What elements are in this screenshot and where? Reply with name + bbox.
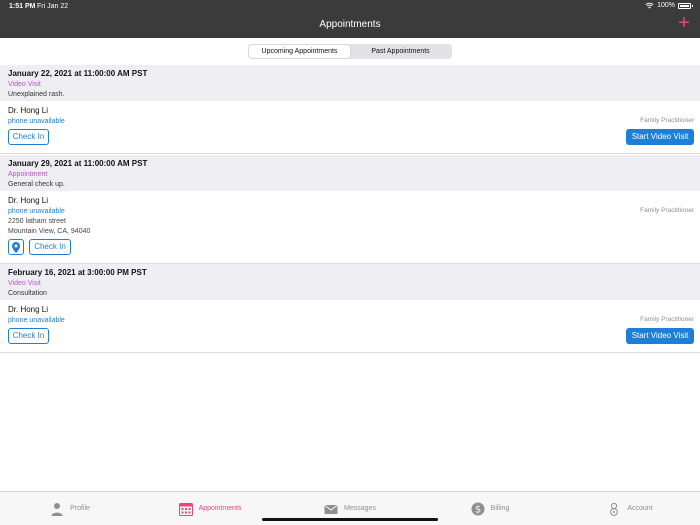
appointments-segmented-control: Upcoming Appointments Past Appointments	[248, 44, 452, 59]
appointment-header: February 16, 2021 at 3:00:00 PM PST Vide…	[0, 264, 700, 300]
envelope-icon	[324, 504, 338, 514]
account-icon	[610, 502, 619, 516]
appointment-reason: Consultation	[8, 290, 47, 297]
check-in-button[interactable]: Check In	[8, 328, 49, 344]
battery-percentage: 100%	[657, 2, 675, 9]
appointment-details: Dr. Hong Li phone unavailable 2250 latha…	[0, 191, 700, 264]
tab-label: Billing	[490, 505, 510, 512]
appointment-reason: Unexplained rash.	[8, 91, 65, 98]
doctor-phone[interactable]: phone unavailable	[8, 117, 692, 127]
tab-label: Profile	[70, 505, 90, 512]
appointment-type: Video Visit	[8, 280, 41, 287]
start-video-visit-button[interactable]: Start Video Visit	[626, 328, 694, 344]
page-title: Appointments	[319, 19, 381, 30]
check-in-button[interactable]: Check In	[29, 239, 71, 255]
address-line-2: Mountain View, CA, 94040	[8, 228, 91, 235]
start-video-visit-button[interactable]: Start Video Visit	[626, 129, 694, 145]
appointment-card: February 16, 2021 at 3:00:00 PM PST Vide…	[0, 264, 700, 353]
status-date: Fri Jan 22	[37, 3, 69, 10]
tab-account[interactable]: Account	[560, 492, 700, 525]
appointment-type: Appointment	[8, 171, 48, 178]
navigation-header: 1:51 PM Fri Jan 22 100% Appointments +	[0, 0, 700, 38]
tab-profile[interactable]: Profile	[0, 492, 140, 525]
tab-label: Messages	[344, 505, 376, 512]
appointment-date: February 16, 2021 at 3:00:00 PM PST	[8, 268, 147, 277]
doctor-name: Dr. Hong Li	[8, 305, 49, 314]
appointment-type: Video Visit	[8, 81, 41, 88]
appointment-details: Dr. Hong Li phone unavailable Family Pra…	[0, 101, 700, 154]
tab-label: Account	[627, 505, 653, 512]
appointment-date: January 22, 2021 at 11:00:00 AM PST	[8, 69, 148, 78]
doctor-name: Dr. Hong Li	[8, 196, 49, 205]
appointments-screen: 1:51 PM Fri Jan 22 100% Appointments + U…	[0, 0, 700, 525]
appointment-header: January 22, 2021 at 11:00:00 AM PST Vide…	[0, 65, 700, 101]
tab-billing[interactable]: $ Billing	[420, 492, 560, 525]
svg-text:$: $	[474, 504, 480, 515]
location-pin-icon	[12, 242, 20, 253]
doctor-specialty: Family Practitioner	[640, 117, 694, 124]
map-directions-button[interactable]	[8, 239, 24, 255]
appointment-header: January 29, 2021 at 11:00:00 AM PST Appo…	[0, 155, 700, 191]
home-indicator	[262, 518, 438, 521]
person-icon	[51, 502, 63, 516]
appointment-card: January 29, 2021 at 11:00:00 AM PST Appo…	[0, 155, 700, 264]
address-line-1: 2250 latham street	[8, 218, 66, 225]
doctor-phone[interactable]: phone unavailable	[8, 207, 692, 217]
appointment-details: Dr. Hong Li phone unavailable Family Pra…	[0, 300, 700, 353]
check-in-button[interactable]: Check In	[8, 129, 49, 145]
appointment-reason: General check up.	[8, 181, 65, 188]
appointment-date: January 29, 2021 at 11:00:00 AM PST	[8, 159, 148, 168]
doctor-specialty: Family Practitioner	[640, 316, 694, 323]
add-appointment-button[interactable]: +	[676, 13, 692, 33]
tab-appointments[interactable]: Appointments	[140, 492, 280, 525]
status-indicators: 100%	[645, 2, 693, 9]
doctor-name: Dr. Hong Li	[8, 106, 49, 115]
calendar-icon	[178, 502, 193, 516]
doctor-phone[interactable]: phone unavailable	[8, 316, 692, 326]
dollar-icon: $	[471, 502, 485, 515]
appointment-card: January 22, 2021 at 11:00:00 AM PST Vide…	[0, 65, 700, 154]
wifi-icon	[645, 2, 654, 9]
tab-upcoming-appointments[interactable]: Upcoming Appointments	[249, 45, 350, 58]
status-time: 1:51 PM	[9, 3, 36, 10]
tab-label: Appointments	[198, 505, 242, 512]
tab-past-appointments[interactable]: Past Appointments	[350, 45, 451, 58]
battery-icon	[678, 2, 693, 9]
doctor-specialty: Family Practitioner	[640, 207, 694, 214]
